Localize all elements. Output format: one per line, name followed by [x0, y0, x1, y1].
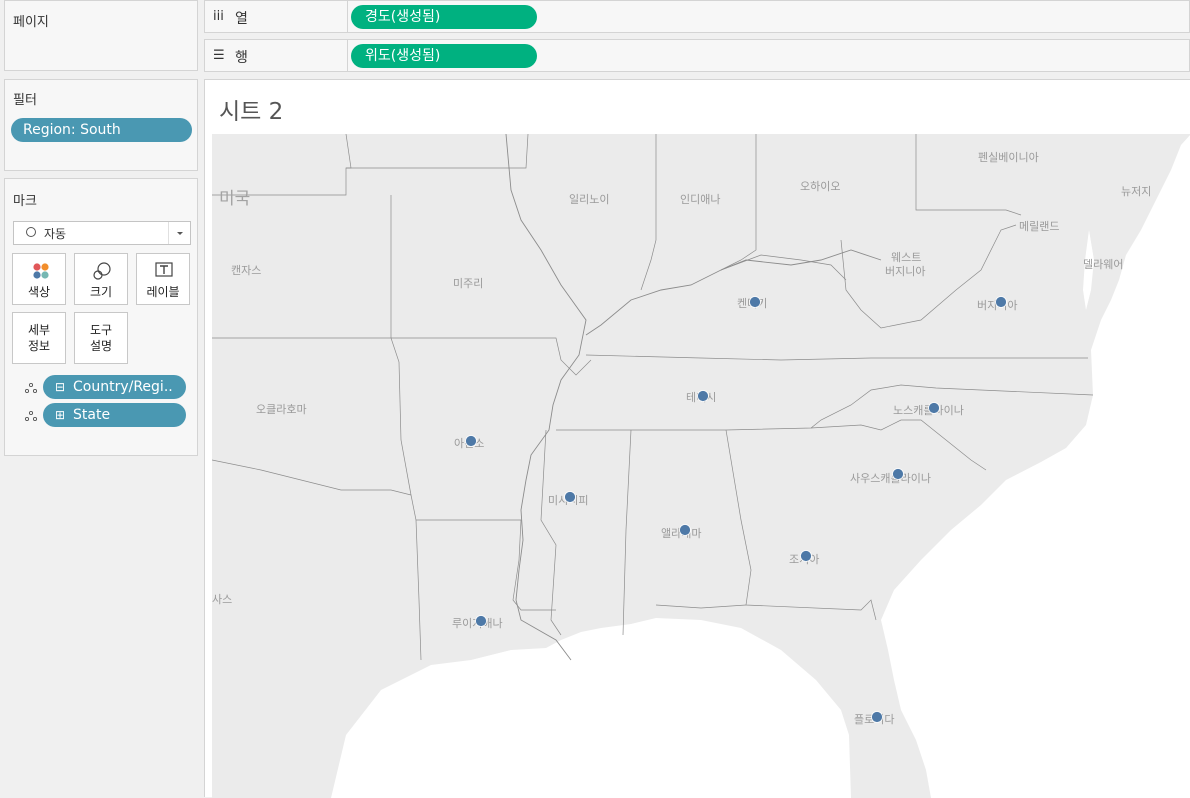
- mark-north-carolina[interactable]: [928, 402, 940, 414]
- collapse-icon[interactable]: ⊟: [55, 375, 65, 399]
- size-button[interactable]: 크기: [74, 253, 128, 305]
- map-label-pennsylvania: 펜실베이니아: [978, 151, 1039, 164]
- shelf-divider: [347, 1, 348, 32]
- latitude-pill[interactable]: 위도(생성됨): [351, 44, 537, 68]
- color-button[interactable]: 색상: [12, 253, 66, 305]
- mark-kentucky[interactable]: [749, 296, 761, 308]
- columns-shelf[interactable]: iii 열 경도(생성됨): [204, 0, 1190, 33]
- detail-button-label: 세부 정보: [13, 322, 65, 354]
- country-region-field-name: Country/Regi..: [73, 379, 173, 395]
- map-label-delaware: 델라웨어: [1083, 258, 1123, 271]
- expand-icon[interactable]: ⊞: [55, 403, 65, 427]
- marks-title: 마크: [13, 194, 37, 209]
- shelf-divider: [347, 40, 348, 71]
- detail-icon: [24, 382, 38, 398]
- rows-label: 행: [235, 50, 248, 66]
- map-label-illinois: 일리노이: [569, 192, 609, 206]
- sheet-view: 시트 2 미국 캔자스 미주리 일리노이 인디애나 오하이오 펜실베이니아 뉴저…: [204, 79, 1190, 798]
- pages-title: 페이지: [13, 15, 49, 30]
- map-label-oklahoma: 오클라호마: [256, 403, 307, 416]
- map-label-missouri: 미주리: [453, 277, 483, 290]
- mark-mississippi[interactable]: [564, 491, 576, 503]
- color-button-label: 색상: [27, 285, 51, 299]
- detail-button[interactable]: 세부 정보: [12, 312, 66, 364]
- detail-icon: [24, 410, 38, 426]
- color-icon: [32, 262, 50, 283]
- state-label-south-carolina: 사우스캐롤라이나: [850, 472, 931, 485]
- marks-panel: 마크 자동 색상 크기 레이블 세부 정보 도구 설명 ⊟ Country/Re…: [4, 178, 198, 456]
- filters-title: 필터: [13, 93, 37, 108]
- region-filter-pill[interactable]: Region: South: [11, 118, 192, 142]
- mark-arkansas[interactable]: [465, 435, 477, 447]
- detail-label-line2: 정보: [27, 339, 51, 353]
- label-icon: [155, 262, 173, 281]
- map-label-texas: 사스: [212, 593, 232, 606]
- mark-alabama[interactable]: [679, 524, 691, 536]
- state-field-name: State: [73, 407, 111, 423]
- longitude-pill[interactable]: 경도(생성됨): [351, 5, 537, 29]
- sheet-title: 시트 2: [219, 99, 284, 125]
- mark-south-carolina[interactable]: [892, 468, 904, 480]
- map-label-kansas: 캔자스: [231, 264, 261, 277]
- mark-tennessee[interactable]: [697, 390, 709, 402]
- mark-type-value: 자동: [44, 227, 67, 241]
- size-button-label: 크기: [89, 285, 113, 299]
- map[interactable]: 미국 캔자스 미주리 일리노이 인디애나 오하이오 펜실베이니아 뉴저지 메릴랜…: [212, 134, 1190, 798]
- mark-type-dropdown[interactable]: 자동: [13, 221, 191, 245]
- circle-icon: [26, 227, 36, 237]
- tooltip-button-label: 도구 설명: [75, 322, 127, 354]
- tooltip-label-line1: 도구: [89, 323, 113, 337]
- map-label-indiana: 인디애나: [680, 193, 720, 206]
- mark-virginia[interactable]: [995, 296, 1007, 308]
- map-label-ohio: 오하이오: [800, 179, 840, 193]
- map-label-maryland: 메릴랜드: [1019, 220, 1059, 233]
- columns-label: 열: [235, 11, 248, 27]
- rows-icon: ☰: [213, 48, 225, 63]
- rows-shelf[interactable]: ☰ 행 위도(생성됨): [204, 39, 1190, 72]
- state-label-north-carolina: 노스캐롤라이나: [893, 404, 964, 417]
- mark-louisiana[interactable]: [475, 615, 487, 627]
- mark-georgia[interactable]: [800, 550, 812, 562]
- size-icon: [92, 261, 112, 284]
- columns-icon: iii: [213, 9, 224, 24]
- map-label-new-jersey: 뉴저지: [1121, 185, 1151, 198]
- map-label-west-virginia-2: 버지니아: [885, 265, 925, 278]
- state-field-pill[interactable]: ⊞ State: [43, 403, 186, 427]
- label-button[interactable]: 레이블: [136, 253, 190, 305]
- pages-panel: 페이지: [4, 0, 198, 71]
- map-label-country: 미국: [219, 189, 250, 209]
- filters-panel[interactable]: 필터 Region: South: [4, 79, 198, 171]
- tooltip-label-line2: 설명: [89, 339, 113, 353]
- tooltip-button[interactable]: 도구 설명: [74, 312, 128, 364]
- map-label-west-virginia-1: 웨스트: [891, 251, 921, 264]
- mark-florida[interactable]: [871, 711, 883, 723]
- country-region-field-pill[interactable]: ⊟ Country/Regi..: [43, 375, 186, 399]
- detail-label-line1: 세부: [27, 323, 51, 337]
- label-button-label: 레이블: [146, 285, 180, 299]
- chevron-down-icon: [168, 222, 190, 244]
